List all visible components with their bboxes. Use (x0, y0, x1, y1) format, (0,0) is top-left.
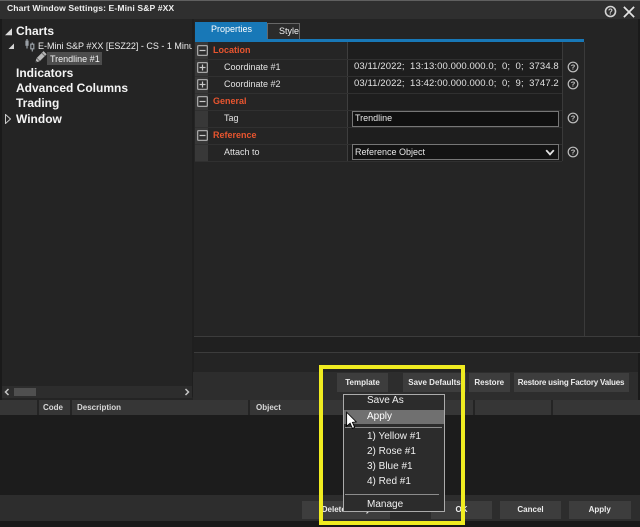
svg-text:?: ? (570, 114, 575, 123)
svg-text:?: ? (608, 7, 613, 16)
svg-text:?: ? (570, 148, 575, 157)
svg-text:?: ? (570, 80, 575, 89)
svg-text:?: ? (570, 63, 575, 72)
